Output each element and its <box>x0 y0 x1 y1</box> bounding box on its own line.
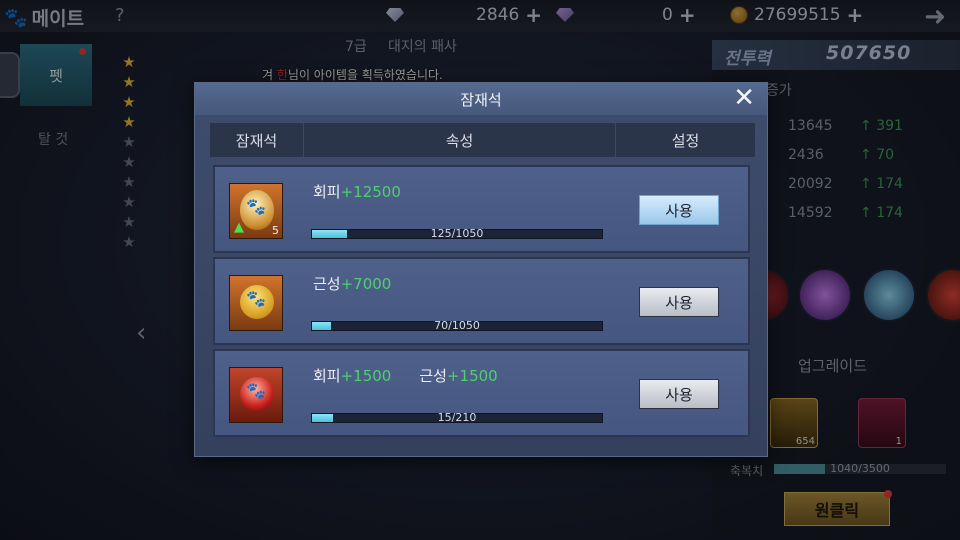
progress-text: 125/1050 <box>430 227 484 240</box>
attribute-text: 근성+7000 <box>313 275 392 293</box>
table-row: 🐾 근성+7000 70/1050 사용 <box>213 257 750 345</box>
close-icon[interactable]: ✕ <box>733 85 755 111</box>
use-button[interactable]: 사용 <box>639 195 719 225</box>
table-header: 잠재석 속성 설정 <box>210 123 755 157</box>
progress-bar: 125/1050 <box>311 227 603 240</box>
paw-icon: 🐾 <box>246 289 266 308</box>
table-row: 🐾 ▲ 5 회피+12500 125/1050 사용 <box>213 165 750 253</box>
paw-orb-red-icon[interactable]: 🐾 <box>229 367 283 423</box>
paw-egg-gold-icon[interactable]: 🐾 ▲ 5 <box>229 183 283 239</box>
column-header-stone: 잠재석 <box>210 123 304 157</box>
attribute-text: 회피+12500 <box>313 183 401 201</box>
progress-bar: 70/1050 <box>311 319 603 332</box>
use-button[interactable]: 사용 <box>639 379 719 409</box>
progress-text: 70/1050 <box>434 319 480 332</box>
modal-title: 잠재석 <box>460 90 502 109</box>
attribute-text: 회피+1500 근성+1500 <box>313 367 498 385</box>
potential-stone-modal: 잠재석 ✕ 잠재석 속성 설정 🐾 ▲ 5 회피+12500 125/1050 … <box>194 82 768 457</box>
column-header-setting: 설정 <box>671 131 700 150</box>
item-count: 5 <box>272 224 279 237</box>
modal-header: 잠재석 ✕ <box>195 83 767 115</box>
upgrade-arrow-icon: ▲ <box>234 220 244 235</box>
table-row: 🐾 회피+1500 근성+1500 15/210 사용 <box>213 349 750 437</box>
paw-icon: 🐾 <box>246 197 266 216</box>
use-button[interactable]: 사용 <box>639 287 719 317</box>
progress-bar: 15/210 <box>311 411 603 424</box>
progress-text: 15/210 <box>437 411 477 424</box>
column-header-attribute: 속성 <box>304 123 616 157</box>
paw-icon: 🐾 <box>246 381 266 400</box>
paw-orb-gold-icon[interactable]: 🐾 <box>229 275 283 331</box>
